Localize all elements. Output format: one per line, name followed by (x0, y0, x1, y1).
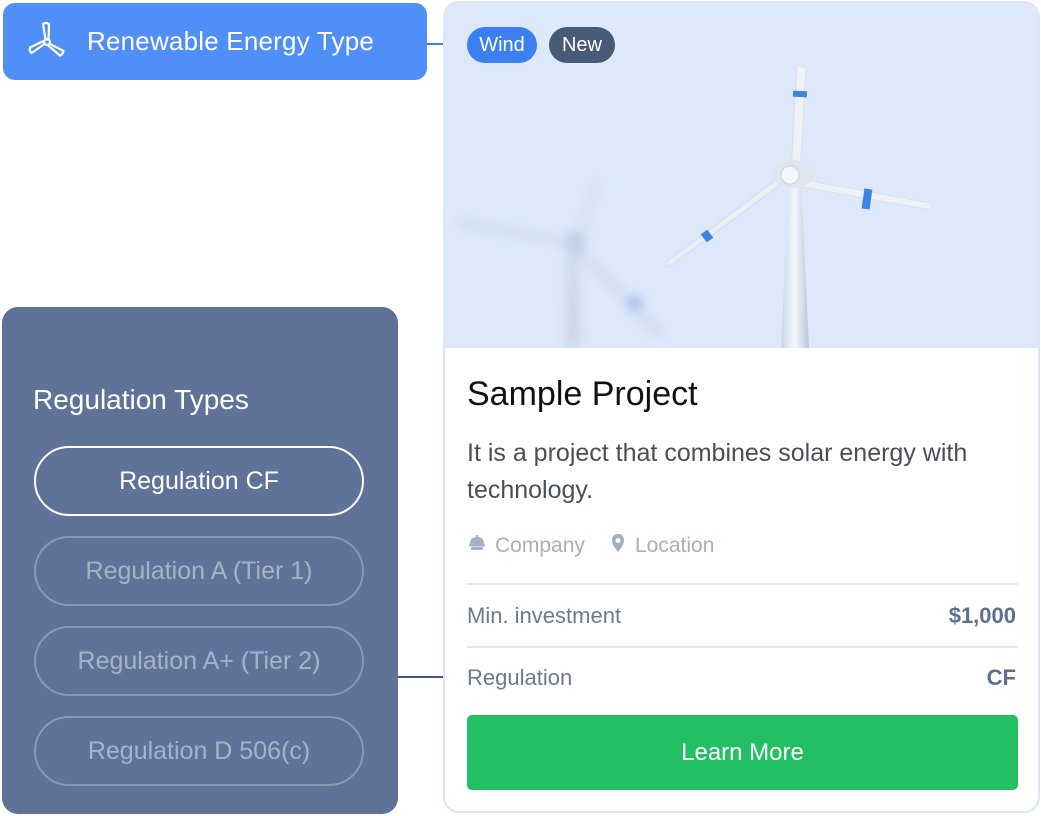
energy-type-label: Renewable Energy Type (87, 26, 375, 56)
min-investment-value: $1,000 (948, 603, 1016, 628)
divider (467, 646, 1018, 648)
badge-wind: Wind (467, 27, 537, 63)
company-meta: Company (467, 533, 585, 559)
divider (467, 583, 1018, 585)
regulation-label: Regulation (467, 665, 573, 690)
building-icon (467, 533, 487, 559)
wind-turbine-icon (25, 20, 69, 64)
regulation-value: CF (986, 665, 1016, 690)
regulation-option-a-plus-tier2[interactable]: Regulation A+ (Tier 2) (34, 626, 364, 696)
company-label: Company (495, 534, 585, 557)
learn-more-button[interactable]: Learn More (467, 715, 1018, 790)
min-investment-label: Min. investment (467, 603, 622, 628)
project-image: Wind New (445, 3, 1038, 348)
regulation-panel-title: Regulation Types (33, 384, 249, 415)
energy-type-pill: Renewable Energy Type (3, 3, 427, 80)
location-meta: Location (609, 533, 714, 559)
regulation-option-d-506c[interactable]: Regulation D 506(c) (34, 716, 364, 786)
badge-new: New (549, 27, 615, 63)
project-card: Wind New Sample Project It is a project … (443, 1, 1040, 813)
regulation-option-a-tier1[interactable]: Regulation A (Tier 1) (34, 536, 364, 606)
map-pin-icon (609, 533, 627, 559)
project-description: It is a project that combines solar ener… (467, 439, 968, 504)
location-label: Location (635, 534, 715, 557)
regulation-option-cf[interactable]: Regulation CF (34, 446, 364, 516)
project-title: Sample Project (467, 375, 698, 413)
